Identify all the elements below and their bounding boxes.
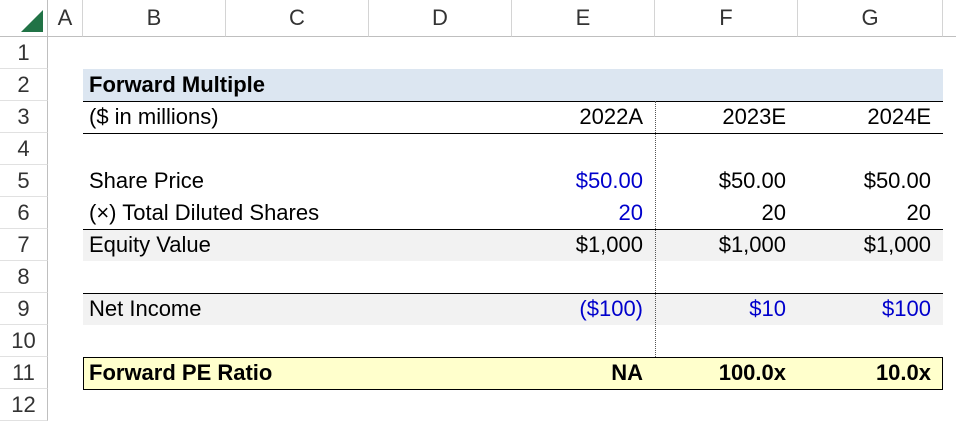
column-header-overflow	[943, 0, 956, 37]
diluted-shares-label[interactable]: (×) Total Diluted Shares	[83, 197, 512, 229]
forward-pe-2022a[interactable]: NA	[512, 357, 655, 389]
share-price-2022a[interactable]: $50.00	[512, 165, 655, 197]
rule-header-bottom	[83, 133, 943, 134]
net-income-label[interactable]: Net Income	[83, 293, 512, 325]
equity-value-2023e[interactable]: $1,000	[655, 229, 798, 261]
select-all-triangle-icon	[21, 10, 43, 32]
net-income-2024e[interactable]: $100	[798, 293, 943, 325]
row-header-2[interactable]: 2	[0, 69, 48, 101]
forward-pe-2023e[interactable]: 100.0x	[655, 357, 798, 389]
year-header-2023e[interactable]: 2023E	[655, 101, 798, 133]
row-header-7[interactable]: 7	[0, 229, 48, 261]
diluted-shares-2023e[interactable]: 20	[655, 197, 798, 229]
column-header-a[interactable]: A	[48, 0, 83, 37]
column-header-b[interactable]: B	[83, 0, 226, 37]
equity-value-2024e[interactable]: $1,000	[798, 229, 943, 261]
share-price-2024e[interactable]: $50.00	[798, 165, 943, 197]
row-header-3[interactable]: 3	[0, 101, 48, 133]
column-header-e[interactable]: E	[512, 0, 655, 37]
row-header-11[interactable]: 11	[0, 357, 48, 389]
select-all-button[interactable]	[0, 0, 48, 37]
row-header-1[interactable]: 1	[0, 37, 48, 69]
diluted-shares-2022a[interactable]: 20	[512, 197, 655, 229]
net-income-2022a[interactable]: ($100)	[512, 293, 655, 325]
net-income-2023e[interactable]: $10	[655, 293, 798, 325]
row-header-4[interactable]: 4	[0, 133, 48, 165]
spreadsheet: A B C D E F G 1 2 3 4 5 6 7 8 9 10 11 12…	[0, 0, 956, 427]
row-header-9[interactable]: 9	[0, 293, 48, 325]
column-header-g[interactable]: G	[798, 0, 943, 37]
equity-value-2022a[interactable]: $1,000	[512, 229, 655, 261]
column-header-c[interactable]: C	[226, 0, 369, 37]
table-title[interactable]: Forward Multiple	[83, 69, 512, 101]
units-label[interactable]: ($ in millions)	[83, 101, 512, 133]
column-header-d[interactable]: D	[369, 0, 512, 37]
row-header-8[interactable]: 8	[0, 261, 48, 293]
year-header-2024e[interactable]: 2024E	[798, 101, 943, 133]
share-price-2023e[interactable]: $50.00	[655, 165, 798, 197]
year-header-2022a[interactable]: 2022A	[512, 101, 655, 133]
row-header-6[interactable]: 6	[0, 197, 48, 229]
share-price-label[interactable]: Share Price	[83, 165, 512, 197]
column-header-f[interactable]: F	[655, 0, 798, 37]
equity-value-label[interactable]: Equity Value	[83, 229, 512, 261]
forward-pe-label[interactable]: Forward PE Ratio	[83, 357, 512, 389]
row-header-12[interactable]: 12	[0, 389, 48, 421]
forward-pe-2024e[interactable]: 10.0x	[798, 357, 943, 389]
row-header-5[interactable]: 5	[0, 165, 48, 197]
row-header-10[interactable]: 10	[0, 325, 48, 357]
diluted-shares-2024e[interactable]: 20	[798, 197, 943, 229]
